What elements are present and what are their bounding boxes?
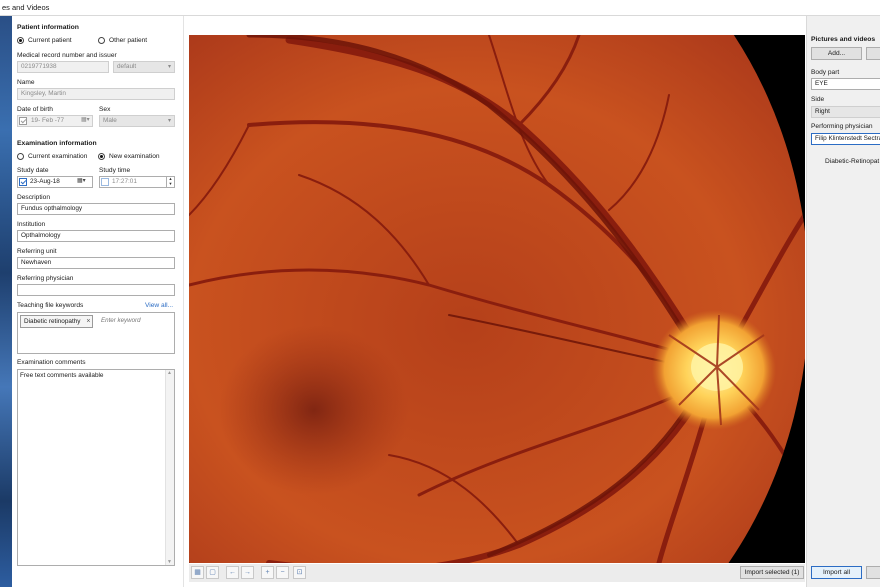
referring-unit-label: Referring unit — [17, 248, 57, 255]
sex-label: Sex — [99, 106, 111, 113]
background-strip — [0, 16, 12, 587]
keyword-input[interactable]: Enter keyword — [101, 317, 141, 324]
time-spinner[interactable]: ▲ ▼ — [166, 176, 174, 188]
body-part-field[interactable]: EYE — [811, 78, 880, 90]
calendar-icon[interactable]: ▦▾ — [81, 116, 90, 123]
scroll-down-icon[interactable]: ▼ — [167, 559, 172, 565]
study-date-label: Study date — [17, 167, 49, 174]
dob-label: Date of birth — [17, 106, 53, 113]
sex-value: Male — [103, 117, 117, 124]
radio-current-patient-label: Current patient — [28, 37, 72, 44]
mrn-label: Medical record number and issuer — [17, 52, 117, 59]
zoom-out-icon[interactable]: − — [276, 566, 289, 579]
radio-other-patient-label: Other patient — [109, 37, 148, 44]
title-bar: es and Videos — [0, 0, 880, 16]
study-time-checkbox[interactable] — [101, 178, 109, 186]
spin-down-icon[interactable]: ▼ — [167, 181, 174, 186]
issuer-value: default — [117, 63, 137, 70]
body-part-label: Body part — [811, 69, 840, 76]
import-all-button[interactable]: Import all — [811, 566, 862, 579]
patient-info-header: Patient information — [17, 24, 79, 31]
issuer-select[interactable]: default ▾ — [113, 61, 175, 73]
exam-info-header: Examination information — [17, 140, 97, 147]
radio-current-exam-label: Current examination — [28, 153, 88, 160]
radio-current-exam[interactable] — [17, 153, 24, 160]
referring-physician-label: Referring physician — [17, 275, 74, 282]
study-date-checkbox[interactable] — [19, 178, 27, 186]
single-view-icon[interactable]: ▢ — [206, 566, 219, 579]
dob-value: 19- Feb -77 — [31, 117, 65, 124]
view-all-link[interactable]: View all... — [145, 302, 173, 309]
study-time-label: Study time — [99, 167, 131, 174]
arrow-left-icon[interactable]: ← — [226, 566, 239, 579]
secondary-button[interactable] — [866, 47, 880, 60]
side-label: Side — [811, 96, 825, 103]
comments-text: Free text comments available — [20, 372, 104, 379]
name-field[interactable]: Kingsley, Martin — [17, 88, 175, 100]
window-title: es and Videos — [2, 3, 50, 12]
chevron-down-icon: ▾ — [167, 118, 171, 124]
study-time-value: 17:27:01 — [112, 178, 137, 185]
radio-current-patient[interactable] — [17, 37, 24, 44]
dob-checkbox[interactable] — [19, 117, 27, 125]
picture-caption[interactable]: Diabetic-Retinopat — [825, 158, 879, 165]
referring-physician-field[interactable] — [17, 284, 175, 296]
study-time-field[interactable]: 17:27:01 — [99, 176, 175, 188]
chevron-down-icon: ▾ — [167, 64, 171, 70]
arrow-right-icon[interactable]: → — [241, 566, 254, 579]
performing-physician-label: Performing physician — [811, 123, 873, 130]
study-date-value: 23-Aug-18 — [30, 178, 60, 185]
radio-other-patient[interactable] — [98, 37, 105, 44]
keyword-chip-label: Diabetic retinopathy — [24, 318, 81, 325]
side-select[interactable]: Right — [811, 106, 880, 118]
cancel-button[interactable] — [866, 566, 880, 579]
image-viewer[interactable] — [189, 35, 805, 563]
radio-new-exam[interactable] — [98, 153, 105, 160]
keywords-label: Teaching file keywords — [17, 302, 84, 309]
viewer-toolbar: ▦ ▢ ← → + − ⊡ — [189, 564, 805, 582]
pictures-videos-header: Pictures and videos — [811, 36, 876, 43]
add-button[interactable]: Add... — [811, 47, 862, 60]
side-value: Right — [815, 108, 830, 115]
name-label: Name — [17, 79, 35, 86]
radio-new-exam-label: New examination — [109, 153, 160, 160]
keyword-chip[interactable]: Diabetic retinopathy × — [20, 315, 94, 328]
grid-icon[interactable]: ▦ — [191, 566, 204, 579]
keywords-box[interactable]: Diabetic retinopathy × Enter keyword — [17, 312, 175, 354]
description-label: Description — [17, 194, 50, 201]
fundus-image — [189, 35, 805, 563]
right-panel: Pictures and videos Add... Body part EYE… — [806, 16, 880, 587]
comments-scrollbar[interactable]: ▲ ▼ — [165, 370, 174, 565]
scroll-up-icon[interactable]: ▲ — [167, 370, 172, 376]
institution-field[interactable]: Opthalmology — [17, 230, 175, 242]
mrn-field[interactable]: 0219771938 — [17, 61, 109, 73]
description-field[interactable]: Fundus opthalmology — [17, 203, 175, 215]
institution-label: Institution — [17, 221, 46, 228]
close-icon[interactable]: × — [86, 316, 90, 327]
fit-icon[interactable]: ⊡ — [293, 566, 306, 579]
import-selected-button[interactable]: Import selected (1) — [740, 566, 804, 579]
referring-unit-field[interactable]: Newhaven — [17, 257, 175, 269]
left-panel: Patient information Current patient Othe… — [12, 16, 184, 587]
sex-select[interactable]: Male ▾ — [99, 115, 175, 127]
performing-physician-field[interactable]: Filip Klintenstedt Sectra — [811, 133, 880, 145]
comments-textarea[interactable]: Free text comments available ▲ ▼ — [17, 369, 175, 566]
comments-label: Examination comments — [17, 359, 86, 366]
zoom-in-icon[interactable]: + — [261, 566, 274, 579]
calendar-icon[interactable]: ▦▾ — [77, 177, 86, 184]
